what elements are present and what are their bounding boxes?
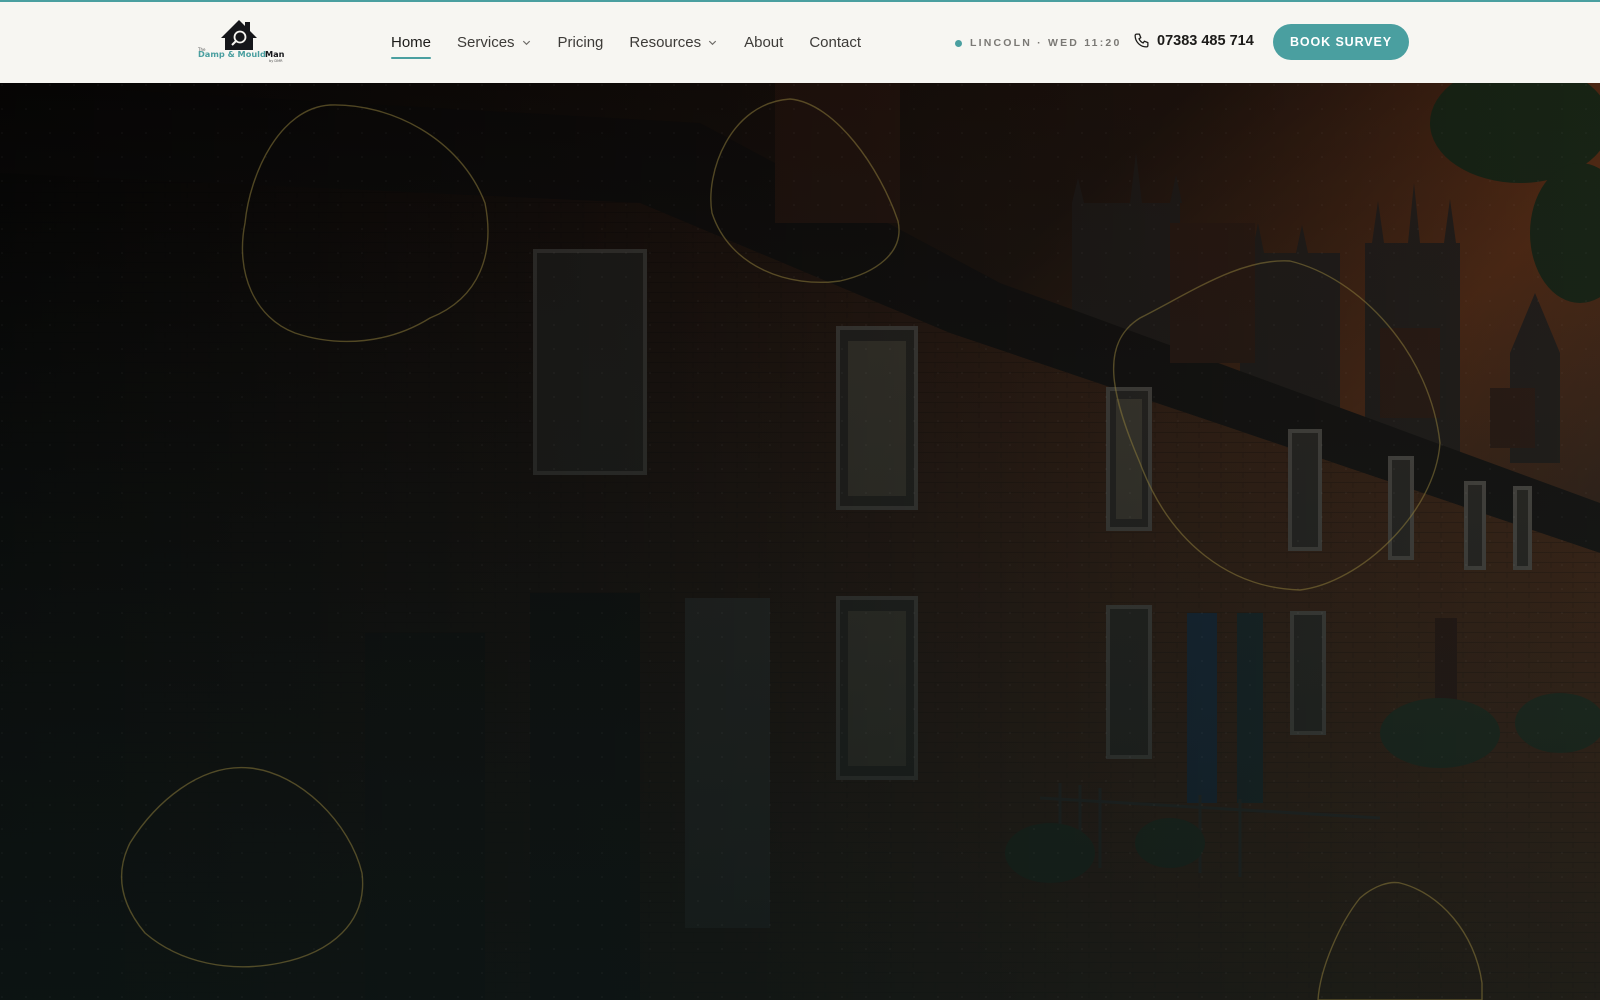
site-header: The Damp & Mould Man by DMR Home Service… xyxy=(0,2,1600,83)
site-logo[interactable]: The Damp & Mould Man by DMR xyxy=(197,16,291,64)
nav-services[interactable]: Services xyxy=(457,31,532,55)
book-survey-button[interactable]: BOOK SURVEY xyxy=(1273,24,1409,60)
hero-background-image xyxy=(0,83,1600,1000)
nav-home[interactable]: Home xyxy=(391,31,432,59)
top-accent-line xyxy=(0,0,1600,2)
nav-pricing-label: Pricing xyxy=(557,34,604,51)
nav-contact-label: Contact xyxy=(809,34,862,51)
nav-about[interactable]: About xyxy=(744,31,783,55)
nav-contact[interactable]: Contact xyxy=(809,31,861,55)
logo-suffix: by DMR xyxy=(269,59,283,63)
phone-number: 07383 485 714 xyxy=(1157,32,1254,49)
chevron-down-icon xyxy=(708,40,717,46)
logo-accent: Man xyxy=(265,49,285,59)
logo-main: Damp & Mould xyxy=(198,49,266,59)
hero-section xyxy=(0,83,1600,1000)
chevron-down-icon xyxy=(522,40,530,46)
phone-link[interactable]: 07383 485 714 xyxy=(1133,32,1254,49)
nav-resources-label: Resources xyxy=(629,34,702,51)
nav-about-label: About xyxy=(744,34,784,51)
house-magnifier-logo-icon: The Damp & Mould Man by DMR xyxy=(197,20,285,63)
nav-services-label: Services xyxy=(457,34,515,51)
status-dot-icon xyxy=(955,39,962,47)
nav-resources[interactable]: Resources xyxy=(629,31,718,55)
nav-pricing[interactable]: Pricing xyxy=(558,31,604,55)
status-text: LINCOLN · WED 11:20 xyxy=(970,37,1122,49)
location-time-status: LINCOLN · WED 11:20 xyxy=(955,37,1121,49)
phone-icon xyxy=(1134,33,1149,48)
main-navigation: Home Services Pricing Resources About Co… xyxy=(391,2,861,83)
nav-home-label: Home xyxy=(391,34,432,51)
